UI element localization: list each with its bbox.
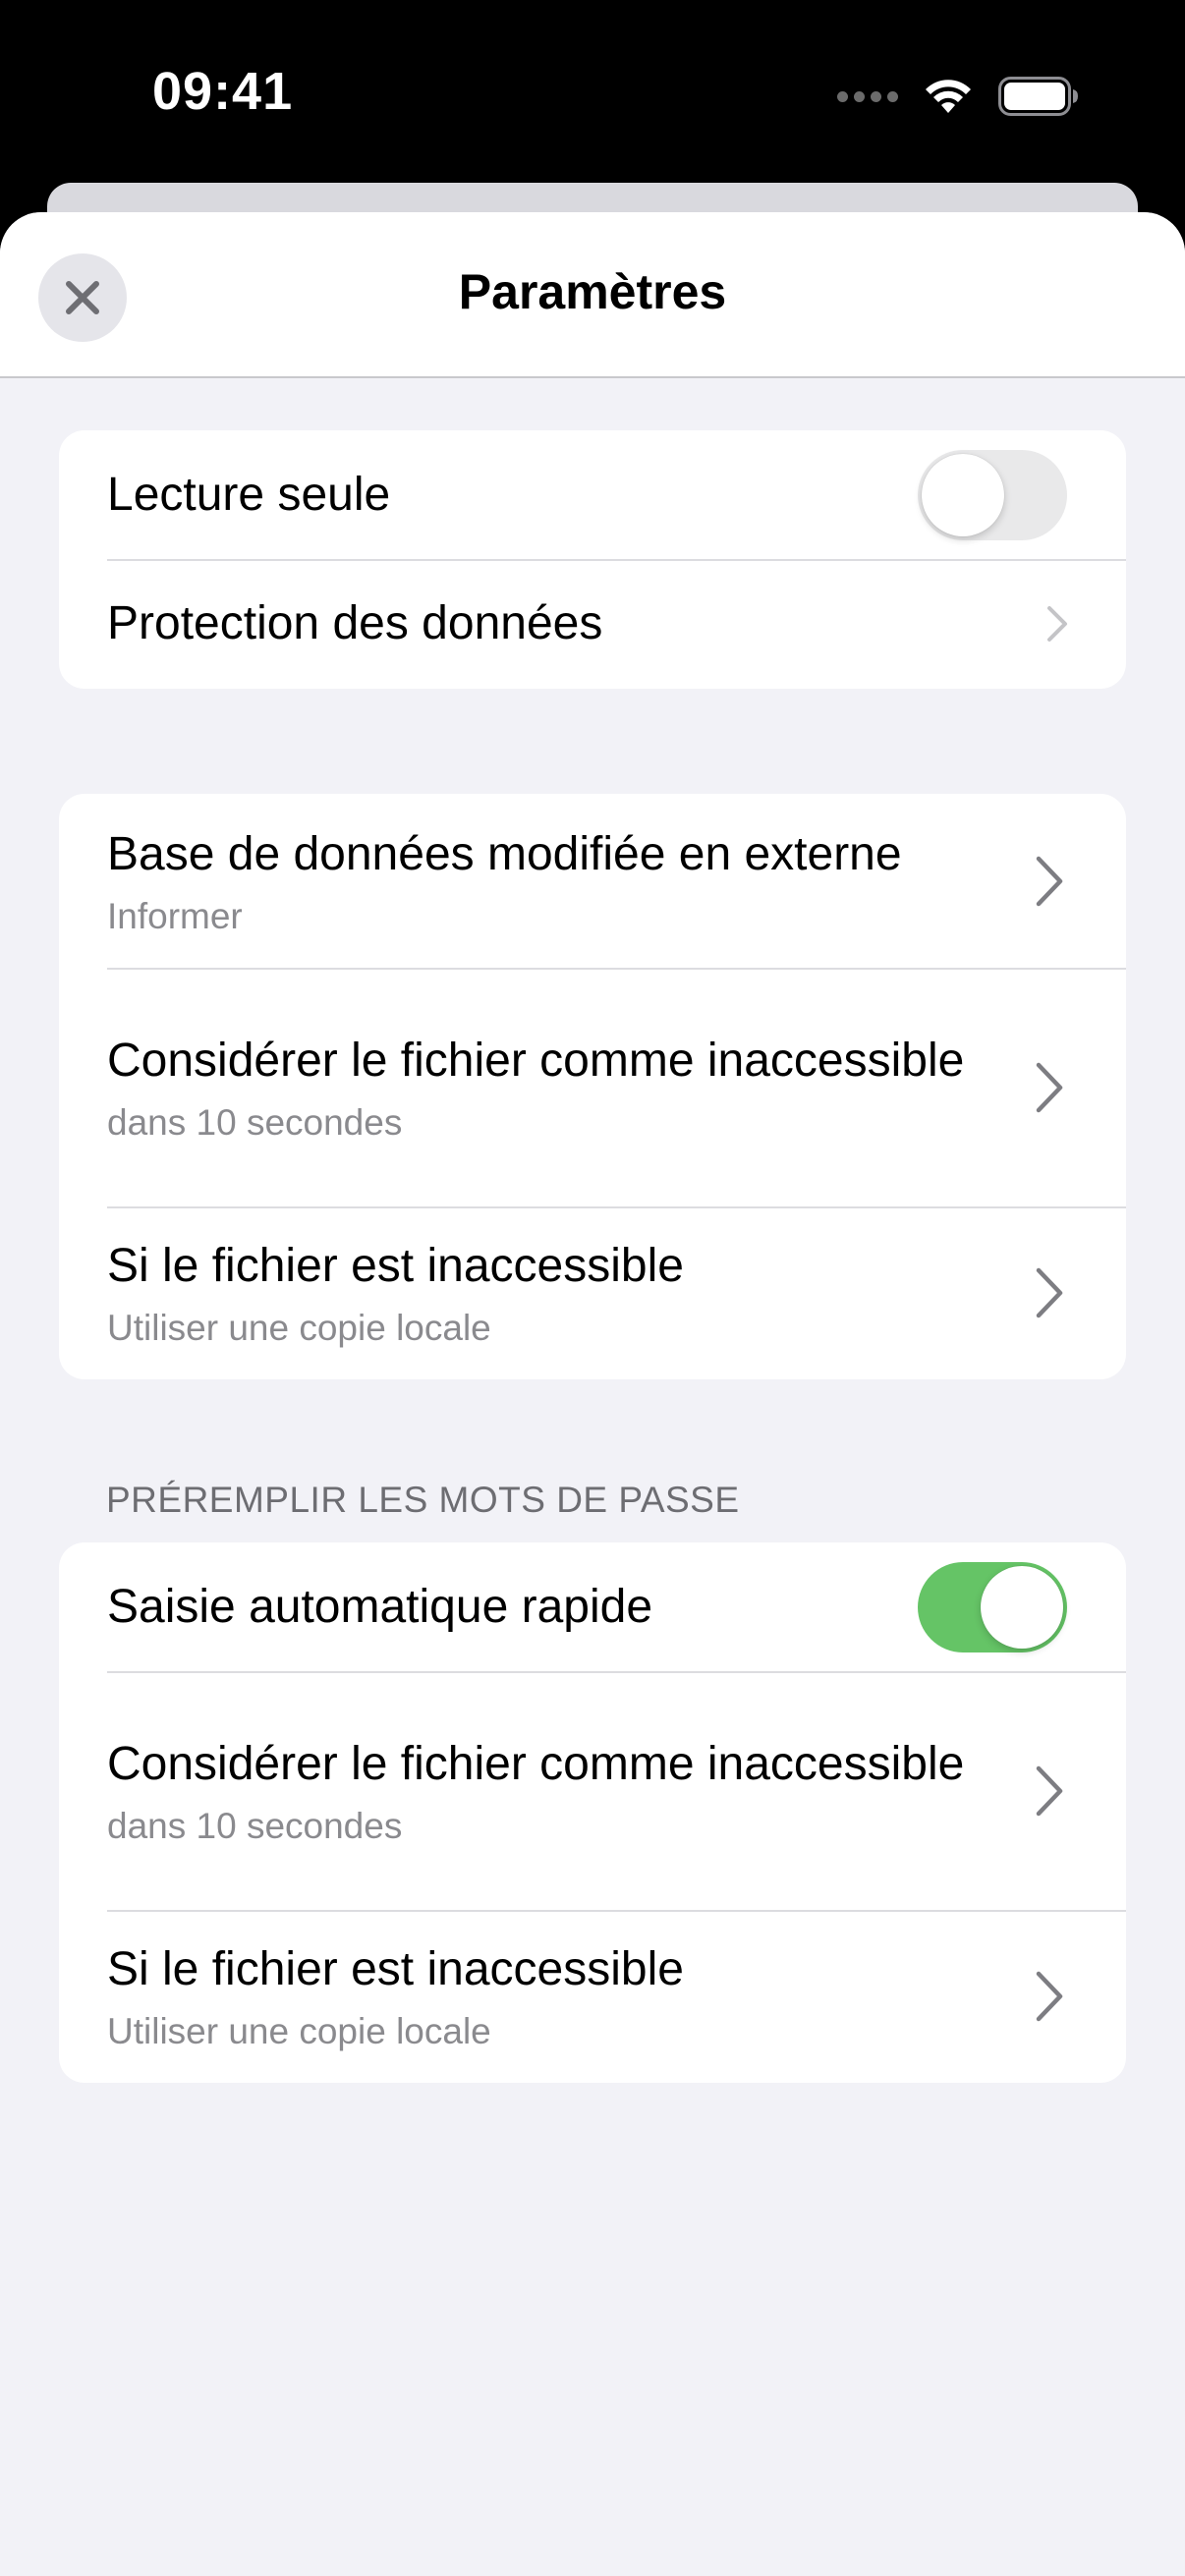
toggle-knob: [922, 453, 1004, 536]
row-title: Considérer le fichier comme inaccessible: [107, 1737, 965, 1790]
row-subtitle: Utiliser une copie locale: [107, 1308, 491, 1348]
autofill-file-inaccessible-timeout-row[interactable]: Considérer le fichier comme inaccessible…: [59, 1671, 1126, 1910]
quick-autofill-label: Saisie automatique rapide: [107, 1580, 653, 1633]
settings-group-general: Lecture seule Protection des données: [59, 430, 1126, 689]
chevron-right-icon: [1034, 1265, 1065, 1320]
status-bar: 09:41: [0, 0, 1185, 187]
chevron-right-icon: [1034, 854, 1065, 909]
settings-group-autofill: Saisie automatique rapide Considérer le …: [59, 1542, 1126, 2083]
chevron-right-icon: [1034, 1060, 1065, 1115]
cellular-signal-icon: [837, 90, 898, 102]
read-only-row: Lecture seule: [59, 430, 1126, 559]
battery-icon: [998, 77, 1078, 116]
status-time: 09:41: [152, 62, 294, 121]
file-inaccessible-timeout-row[interactable]: Considérer le fichier comme inaccessible…: [59, 968, 1126, 1206]
chevron-right-icon: [1034, 1764, 1065, 1819]
read-only-label: Lecture seule: [107, 468, 391, 521]
file-inaccessible-action-row[interactable]: Si le fichier est inaccessible Utiliser …: [59, 1206, 1126, 1379]
page-title: Paramètres: [458, 264, 727, 319]
data-protection-label: Protection des données: [107, 597, 603, 649]
section-header-autofill: PRÉREMPLIR LES MOTS DE PASSE: [106, 1480, 740, 1520]
chevron-right-icon: [1045, 604, 1069, 644]
row-title: Si le fichier est inaccessible: [107, 1240, 684, 1292]
quick-autofill-row: Saisie automatique rapide: [59, 1542, 1126, 1671]
settings-group-file: Base de données modifiée en externe Info…: [59, 794, 1126, 1379]
row-title: Considérer le fichier comme inaccessible: [107, 1034, 965, 1087]
data-protection-row[interactable]: Protection des données: [59, 559, 1126, 689]
autofill-file-inaccessible-action-row[interactable]: Si le fichier est inaccessible Utiliser …: [59, 1910, 1126, 2083]
row-subtitle: dans 10 secondes: [107, 1805, 403, 1846]
wifi-icon: [926, 80, 971, 113]
row-subtitle: Informer: [107, 895, 243, 936]
row-title: Base de données modifiée en externe: [107, 827, 902, 880]
status-icons: [837, 71, 1079, 122]
chevron-right-icon: [1034, 1969, 1065, 2024]
read-only-toggle[interactable]: [918, 449, 1067, 540]
settings-sheet: Paramètres Lecture seule Protection des …: [0, 212, 1185, 2576]
quick-autofill-toggle[interactable]: [918, 1561, 1067, 1652]
row-subtitle: Utiliser une copie locale: [107, 2011, 491, 2051]
row-title: Si le fichier est inaccessible: [107, 1943, 684, 1995]
external-modification-row[interactable]: Base de données modifiée en externe Info…: [59, 794, 1126, 968]
toggle-knob: [981, 1565, 1063, 1649]
row-subtitle: dans 10 secondes: [107, 1101, 403, 1143]
navigation-bar: Paramètres: [0, 212, 1185, 378]
